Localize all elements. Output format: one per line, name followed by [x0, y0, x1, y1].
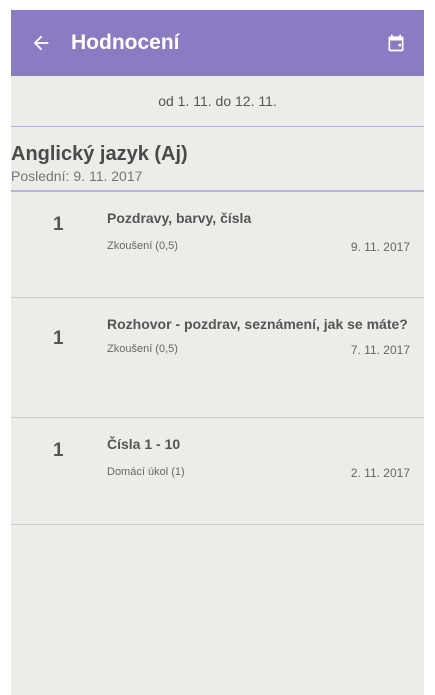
- grade-date: 7. 11. 2017: [350, 343, 410, 357]
- grade-body: Rozhovor - pozdrav, seznámení, jak se má…: [107, 316, 424, 417]
- grade-meta: Zkoušení (0,5) 7. 11. 2017: [107, 343, 410, 357]
- app-screen: Hodnocení od 1. 11. do 12. 11. Anglický …: [11, 10, 424, 695]
- page-title: Hodnocení: [71, 31, 180, 54]
- subject-header: Anglický jazyk (Aj) Poslední: 9. 11. 2017: [11, 127, 424, 192]
- arrow-left-icon: [33, 35, 49, 51]
- app-bar: Hodnocení: [11, 10, 424, 76]
- calendar-button[interactable]: [374, 10, 418, 76]
- grade-value: 1: [53, 440, 64, 461]
- calendar-icon: [388, 34, 404, 52]
- last-date: 9. 11. 2017: [73, 168, 143, 184]
- grade-body: Pozdravy, barvy, čísla Zkoušení (0,5) 9.…: [107, 210, 424, 297]
- grade-value: 1: [53, 214, 64, 235]
- grade-title: Pozdravy, barvy, čísla: [107, 210, 252, 226]
- grade-row[interactable]: 1 Čísla 1 - 10 Domácí úkol (1) 2. 11. 20…: [11, 418, 424, 525]
- grade-meta: Zkoušení (0,5) 9. 11. 2017: [107, 240, 410, 254]
- date-range[interactable]: od 1. 11. do 12. 11.: [11, 76, 424, 127]
- last-grade-line: Poslední: 9. 11. 2017: [11, 168, 424, 184]
- back-button[interactable]: [19, 10, 63, 76]
- grade-type: Zkoušení (0,5): [107, 343, 178, 355]
- grade-date: 9. 11. 2017: [350, 240, 410, 254]
- grade-meta: Domácí úkol (1) 2. 11. 2017: [107, 466, 410, 480]
- subject-name: Anglický jazyk (Aj): [11, 143, 188, 165]
- grade-value: 1: [53, 328, 64, 349]
- grade-title: Rozhovor - pozdrav, seznámení, jak se má…: [107, 316, 408, 332]
- grade-body: Čísla 1 - 10 Domácí úkol (1) 2. 11. 2017: [107, 436, 424, 524]
- grade-row[interactable]: 1 Rozhovor - pozdrav, seznámení, jak se …: [11, 298, 424, 418]
- grade-type: Zkoušení (0,5): [107, 240, 178, 252]
- last-label: Poslední:: [11, 168, 70, 184]
- grade-row[interactable]: 1 Pozdravy, barvy, čísla Zkoušení (0,5) …: [11, 192, 424, 298]
- grade-title: Čísla 1 - 10: [107, 436, 181, 452]
- grade-date: 2. 11. 2017: [350, 466, 410, 480]
- grade-type: Domácí úkol (1): [107, 466, 185, 478]
